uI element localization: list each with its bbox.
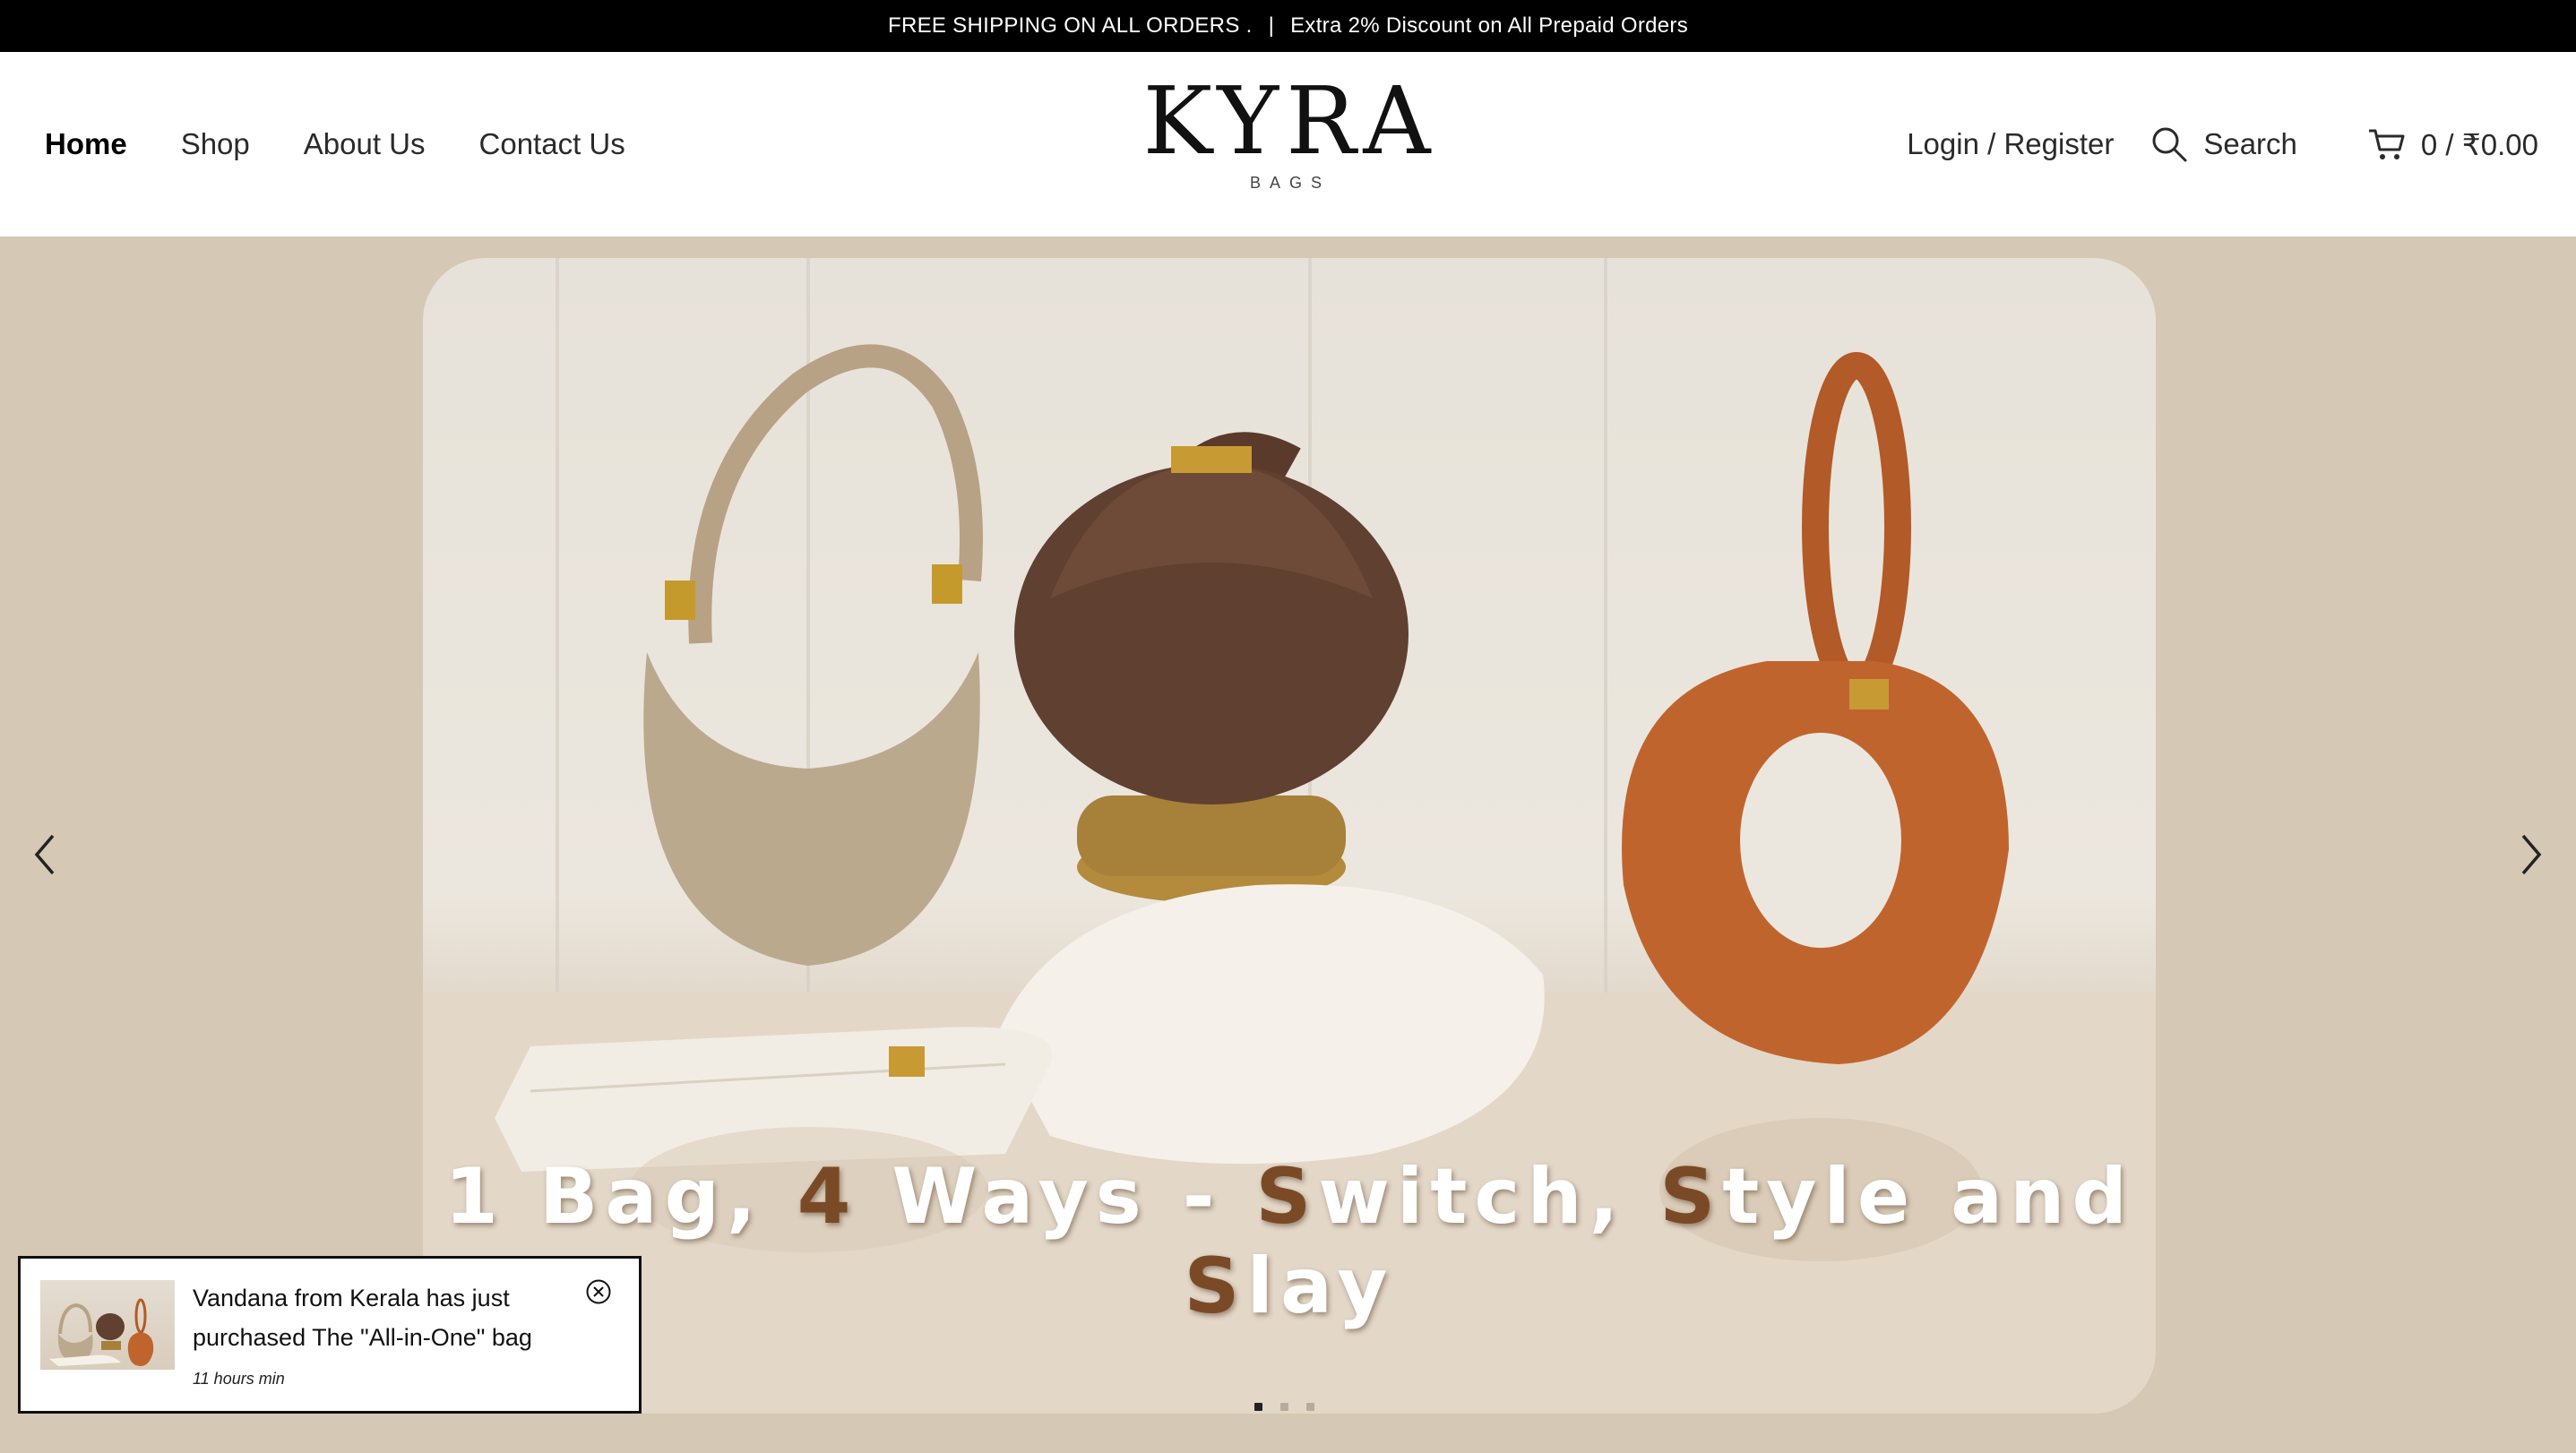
nav-shop[interactable]: Shop bbox=[181, 127, 250, 161]
caption-part: witch, bbox=[1318, 1152, 1660, 1242]
logo-subtitle: BAGS bbox=[1249, 174, 1331, 192]
caption-part: tyle and bbox=[1722, 1152, 2134, 1242]
slider-prev-button[interactable] bbox=[18, 819, 72, 890]
notification-message: Vandana from Kerala has just purchased T… bbox=[193, 1285, 532, 1351]
cart-button[interactable]: 0 / ₹0.00 bbox=[2367, 126, 2538, 162]
purchase-notification[interactable]: Vandana from Kerala has just purchased T… bbox=[18, 1256, 642, 1414]
login-register-link[interactable]: Login / Register bbox=[1907, 127, 2114, 161]
caption-accent: S bbox=[1659, 1152, 1723, 1242]
main-nav: Home Shop About Us Contact Us bbox=[45, 52, 679, 236]
search-label: Search bbox=[2203, 127, 2297, 160]
hero-caption: 1 Bag, 4 Ways - Switch, Style and Slay bbox=[423, 1152, 2156, 1331]
caption-part: 1 Bag, bbox=[444, 1152, 797, 1242]
chevron-left-icon bbox=[34, 834, 55, 875]
caption-accent: 4 bbox=[797, 1152, 858, 1242]
logo-wordmark: KYRA bbox=[1142, 66, 1438, 176]
caption-accent: S bbox=[1184, 1242, 1247, 1331]
announcement-shipping: FREE SHIPPING ON ALL ORDERS . bbox=[887, 13, 1253, 38]
cart-icon bbox=[2368, 129, 2405, 159]
caption-accent: S bbox=[1255, 1152, 1319, 1242]
chevron-right-icon bbox=[2521, 834, 2542, 875]
search-icon bbox=[2152, 127, 2187, 162]
nav-about-us[interactable]: About Us bbox=[304, 127, 426, 161]
nav-home[interactable]: Home bbox=[45, 127, 127, 161]
slider-dot-1[interactable] bbox=[1254, 1403, 1262, 1411]
site-logo[interactable]: KYRA BAGS bbox=[1111, 72, 1469, 193]
search-button[interactable]: Search bbox=[2150, 125, 2297, 164]
cart-total: 0 / ₹0.00 bbox=[2420, 127, 2538, 161]
close-notification-button[interactable] bbox=[585, 1278, 612, 1305]
header-tools: Login / Register Search 0 / ₹0.00 bbox=[1907, 52, 2538, 236]
slider-next-button[interactable] bbox=[2504, 819, 2558, 890]
caption-part: lay bbox=[1246, 1242, 1395, 1331]
announcement-bar: FREE SHIPPING ON ALL ORDERS . | Extra 2%… bbox=[0, 0, 2576, 52]
site-header: Home Shop About Us Contact Us KYRA BAGS … bbox=[0, 52, 2576, 236]
close-circle-icon bbox=[586, 1279, 611, 1304]
announcement-separator: | bbox=[1268, 13, 1275, 38]
nav-contact-us[interactable]: Contact Us bbox=[479, 127, 625, 161]
slider-dots bbox=[1254, 1403, 1314, 1411]
announcement-discount: Extra 2% Discount on All Prepaid Orders bbox=[1290, 13, 1689, 38]
slider-dot-3[interactable] bbox=[1306, 1403, 1314, 1411]
slider-dot-2[interactable] bbox=[1280, 1403, 1288, 1411]
caption-part: Ways - bbox=[857, 1152, 1256, 1242]
product-thumbnail bbox=[40, 1280, 175, 1370]
notification-time: 11 hours min bbox=[193, 1370, 285, 1388]
hero-slide-image[interactable]: 1 Bag, 4 Ways - Switch, Style and Slay bbox=[423, 258, 2156, 1414]
